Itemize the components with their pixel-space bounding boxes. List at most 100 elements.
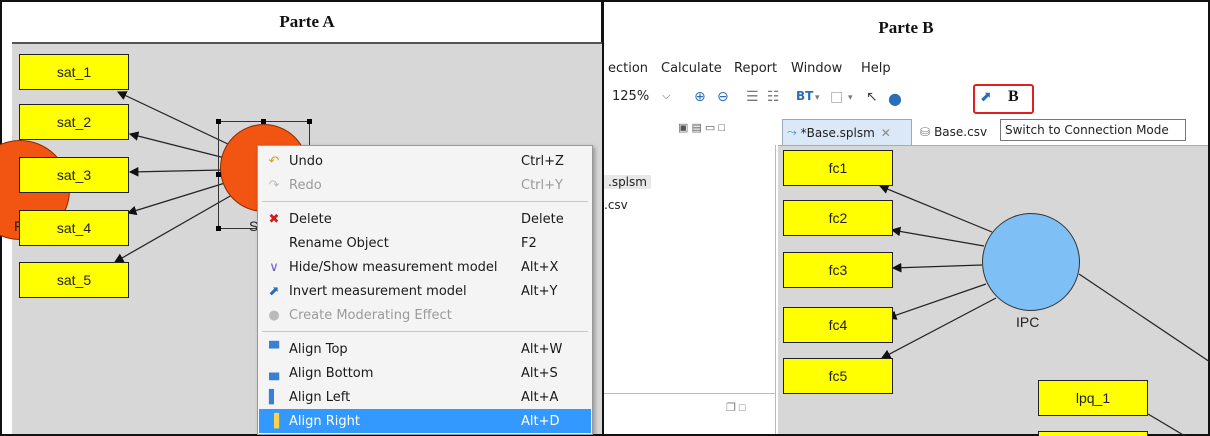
indicator-partial[interactable] <box>1038 431 1148 436</box>
panel-b-title: Parte B <box>878 18 934 37</box>
resize-handle[interactable] <box>307 119 312 124</box>
tab-base-csv[interactable]: ⛁ Base.csv <box>920 119 1000 145</box>
blank-icon <box>263 233 285 253</box>
menu-item-shortcut: Alt+Y <box>521 283 558 299</box>
menu-window[interactable]: Window <box>791 61 842 76</box>
menu-item-align-top[interactable]: ▀ Align Top Alt+W <box>259 337 591 361</box>
undo-icon: ↶ <box>268 153 280 169</box>
indicator-sat-5[interactable]: sat_5 <box>19 262 129 298</box>
zoom-in-icon[interactable]: ⊕ <box>694 89 706 105</box>
zoom-out-icon[interactable]: ⊖ <box>717 89 729 105</box>
menu-item-label: Undo <box>289 153 323 169</box>
menu-item-moderating[interactable]: ● Create Moderating Effect <box>259 303 591 327</box>
menu-item-align-left[interactable]: ▌ Align Left Alt+A <box>259 385 591 409</box>
resize-handle[interactable] <box>261 119 266 124</box>
menu-item-label: Align Top <box>289 341 348 357</box>
menu-item-shortcut: Delete <box>521 211 564 227</box>
zoom-value[interactable]: 125% <box>612 89 649 104</box>
align-top-icon: ▀ <box>269 341 279 357</box>
menu-item-align-bottom[interactable]: ▄ Align Bottom Alt+S <box>259 361 591 385</box>
panel-a-title: Parte A <box>279 12 335 31</box>
menu-item-undo[interactable]: ↶ Undo Ctrl+Z <box>259 149 591 173</box>
chevron-down-icon[interactable]: ▾ <box>848 93 853 103</box>
menu-item-shortcut: Ctrl+Z <box>521 153 564 169</box>
align-left-icon: ▌ <box>269 389 279 405</box>
add-construct-icon[interactable]: ● <box>888 89 902 108</box>
indicator-sat-4[interactable]: sat_4 <box>19 210 129 246</box>
menu-calculate[interactable]: Calculate <box>661 61 722 76</box>
context-menu: ↶ Undo Ctrl+Z ↷ Redo Ctrl+Y ✖ Delete Del… <box>257 145 593 435</box>
pointer-icon[interactable]: ↖ <box>866 89 878 105</box>
indicator-fc5[interactable]: fc5 <box>783 358 893 394</box>
menu-bar: ection Calculate Report Window Help <box>604 56 1208 82</box>
menu-item-label: Delete <box>289 211 332 227</box>
menu-separator <box>262 201 588 202</box>
highlight-box <box>973 84 1034 114</box>
menu-item-label: Hide/Show measurement model <box>289 259 498 275</box>
indicator-fc3[interactable]: fc3 <box>783 252 893 288</box>
menu-item-shortcut: Ctrl+Y <box>521 177 563 193</box>
tab-label: Base.csv <box>934 125 988 139</box>
menu-item-shortcut: Alt+D <box>521 413 560 429</box>
close-icon[interactable]: ✕ <box>881 126 891 140</box>
menu-help[interactable]: Help <box>861 61 891 76</box>
menu-item-shortcut: Alt+W <box>521 341 563 357</box>
align-bottom-icon: ▄ <box>269 365 279 381</box>
menu-item-label: Rename Object <box>289 235 389 251</box>
menu-item-align-right[interactable]: ▐ Align Right Alt+D <box>259 409 591 433</box>
menu-item-label: Align Right <box>289 413 360 429</box>
indicator-fc1[interactable]: fc1 <box>783 150 893 186</box>
construct-ipc-label: IPC <box>1016 314 1040 330</box>
menu-item-shortcut: Alt+S <box>521 365 558 381</box>
tooltip: Switch to Connection Mode <box>1000 119 1186 141</box>
menu-item-shortcut: Alt+X <box>521 259 559 275</box>
layout-icon[interactable]: ☰ <box>746 89 759 105</box>
grid-icon[interactable]: ☷ <box>767 89 780 105</box>
moderating-icon: ● <box>268 307 280 323</box>
indicator-fc4[interactable]: fc4 <box>783 307 893 343</box>
indicator-fc2[interactable]: fc2 <box>783 200 893 236</box>
menu-item-shortcut: Alt+A <box>521 389 559 405</box>
menu-item-label: Invert measurement model <box>289 283 467 299</box>
pane-divider <box>604 393 776 394</box>
menu-item-rename[interactable]: Rename Object F2 <box>259 231 591 255</box>
menu-item-shortcut: F2 <box>521 235 537 251</box>
toolbar: 125% ⌵ ⊕ ⊖ ☰ ☷ BT ▾ □ ▾ ↖ ● ⬈ B <box>604 84 1208 114</box>
construct-ipc-circle[interactable] <box>982 213 1080 311</box>
project-explorer: .splsm .csv ❐ □ <box>604 145 776 434</box>
delete-icon: ✖ <box>268 211 280 227</box>
menu-item-label: Align Left <box>289 389 351 405</box>
file-item[interactable]: .splsm <box>604 175 651 189</box>
bt-button[interactable]: BT <box>796 89 813 103</box>
indicator-sat-2[interactable]: sat_2 <box>19 104 129 140</box>
menu-separator <box>262 331 588 332</box>
indicator-sat-3[interactable]: sat_3 <box>19 157 129 193</box>
menu-selection[interactable]: ection <box>608 61 648 76</box>
resize-handle[interactable] <box>216 119 221 124</box>
indicator-sat-1[interactable]: sat_1 <box>19 54 129 90</box>
tab-base-splsm[interactable]: ⤳ *Base.splsm ✕ <box>782 119 912 145</box>
tab-label: *Base.splsm <box>800 125 875 140</box>
menu-item-hide-show[interactable]: ∨ Hide/Show measurement model Alt+X <box>259 255 591 279</box>
align-right-icon: ▐ <box>269 413 279 429</box>
indicator-lpq-1[interactable]: lpq_1 <box>1038 380 1148 416</box>
database-icon: ⛁ <box>920 125 931 139</box>
chevron-down-icon[interactable]: ▾ <box>815 93 820 103</box>
menu-item-delete[interactable]: ✖ Delete Delete <box>259 207 591 231</box>
menu-item-label: Redo <box>289 177 322 193</box>
invert-icon: ⬈ <box>268 283 280 299</box>
connection-icon: ⤳ <box>787 125 797 139</box>
resize-handle[interactable] <box>216 226 221 231</box>
menu-report[interactable]: Report <box>734 61 777 76</box>
resize-handle[interactable] <box>216 172 221 177</box>
text-box-icon[interactable]: □ <box>830 89 843 105</box>
hide-show-icon: ∨ <box>269 259 279 275</box>
menu-item-label: Create Moderating Effect <box>289 307 452 323</box>
restore-icon[interactable]: ❐ □ <box>726 401 746 414</box>
menu-item-label: Align Bottom <box>289 365 374 381</box>
pane-toolbar-icon[interactable]: ▣ ▤ ▭ □ <box>678 121 725 134</box>
file-item[interactable]: .csv <box>604 198 628 212</box>
zoom-dropdown-icon[interactable]: ⌵ <box>662 89 670 103</box>
menu-item-redo[interactable]: ↷ Redo Ctrl+Y <box>259 173 591 197</box>
menu-item-invert[interactable]: ⬈ Invert measurement model Alt+Y <box>259 279 591 303</box>
